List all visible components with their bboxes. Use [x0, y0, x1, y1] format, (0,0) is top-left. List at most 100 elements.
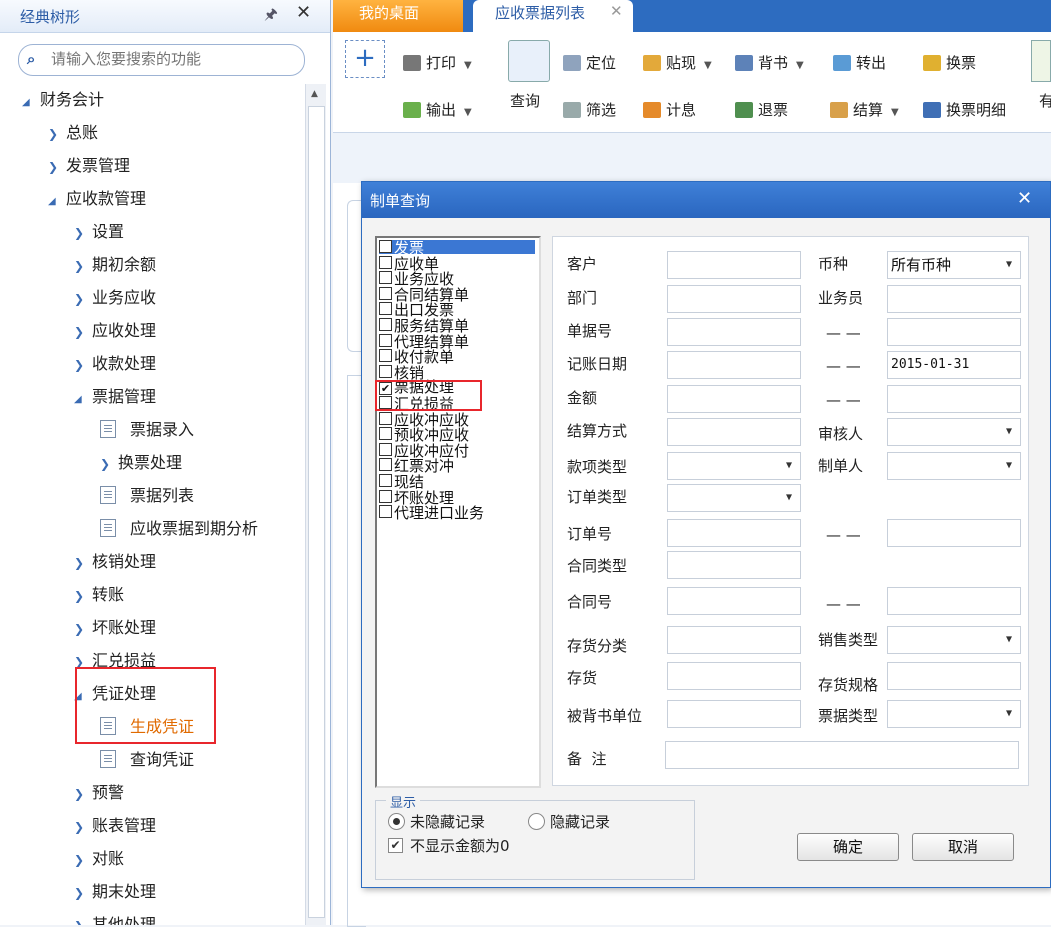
endorsee-field[interactable]: [667, 700, 801, 728]
tree-node[interactable]: ◢ 应收款管理: [48, 187, 146, 211]
tree-node[interactable]: ❯ 应收处理: [74, 319, 156, 343]
sales-type-select[interactable]: ▼: [887, 626, 1021, 654]
query-magnifier-icon[interactable]: [508, 40, 550, 82]
tree-node[interactable]: ❯ 业务应收: [74, 286, 156, 310]
currency-select[interactable]: 所有币种 ▼: [887, 251, 1021, 279]
amount-to[interactable]: [887, 385, 1021, 413]
doc-no-from[interactable]: [667, 318, 801, 346]
inventory-field[interactable]: [667, 662, 801, 690]
bill-type-select[interactable]: ▼: [887, 700, 1021, 728]
document-type-item[interactable]: 核销: [379, 364, 424, 380]
auditor-select[interactable]: ▼: [887, 418, 1021, 446]
tree-node[interactable]: ❯ 设置: [74, 220, 124, 244]
dialog-titlebar[interactable]: 制单查询 ✕: [362, 182, 1050, 218]
post-date-to[interactable]: 2015-01-31: [887, 351, 1021, 379]
document-type-item[interactable]: 服务结算单: [379, 318, 469, 334]
pin-icon[interactable]: 🖈: [264, 4, 278, 29]
tree-node[interactable]: ❯ 账表管理: [74, 814, 156, 838]
document-type-checkbox[interactable]: [379, 240, 392, 253]
tree-node[interactable]: ❯ 预警: [74, 781, 124, 805]
settle-button[interactable]: 结算 ▼: [830, 99, 899, 121]
tree-node[interactable]: ❯ 坏账处理: [74, 616, 156, 640]
document-type-checkbox[interactable]: [379, 458, 392, 472]
tab-close-icon[interactable]: ✕: [610, 2, 623, 20]
tree-node[interactable]: 票据录入: [100, 418, 194, 442]
document-type-item[interactable]: 发票: [379, 240, 535, 256]
inventory-class-field[interactable]: [667, 626, 801, 654]
document-type-item[interactable]: 红票对冲: [379, 458, 454, 474]
post-date-from[interactable]: [667, 351, 801, 379]
tree-node[interactable]: ❯ 总账: [48, 121, 98, 145]
search-input[interactable]: [51, 49, 296, 69]
remark-field[interactable]: [665, 741, 1019, 769]
query-button[interactable]: 查询: [510, 90, 540, 112]
tree-node[interactable]: ❯ 期末处理: [74, 880, 156, 904]
tree-scrollbar[interactable]: ▲: [305, 84, 326, 925]
locate-button[interactable]: 定位: [563, 52, 616, 74]
ok-button[interactable]: 确定: [797, 833, 899, 861]
add-button[interactable]: +: [345, 40, 385, 78]
filter-button[interactable]: 筛选: [563, 99, 616, 121]
doc-no-to[interactable]: [887, 318, 1021, 346]
tree-node[interactable]: ❯ 核销处理: [74, 550, 156, 574]
dialog-close-icon[interactable]: ✕: [1017, 188, 1032, 209]
contract-type-field[interactable]: [667, 551, 801, 579]
document-type-checkbox[interactable]: [379, 489, 392, 503]
tree-node[interactable]: ❯ 收款处理: [74, 352, 156, 376]
department-field[interactable]: [667, 285, 801, 313]
tree-node[interactable]: ❯ 期初余额: [74, 253, 156, 277]
document-type-item[interactable]: 坏账处理: [379, 489, 454, 505]
customer-field[interactable]: [667, 251, 801, 279]
document-type-checkbox[interactable]: [379, 255, 392, 269]
document-type-checkbox[interactable]: [379, 286, 392, 300]
document-type-checkbox[interactable]: [379, 505, 392, 519]
export-button[interactable]: 输出 ▼: [403, 99, 472, 121]
tree-node[interactable]: 票据列表: [100, 484, 194, 508]
return-bill-button[interactable]: 退票: [735, 99, 788, 121]
hidden-radio[interactable]: [528, 813, 545, 830]
tree-node[interactable]: ❯ 对账: [74, 847, 124, 871]
document-type-checkbox[interactable]: [379, 427, 392, 441]
document-type-item[interactable]: 代理进口业务: [379, 505, 484, 521]
contract-no-from[interactable]: [667, 587, 801, 615]
maker-select[interactable]: ▼: [887, 452, 1021, 480]
endorse-button[interactable]: 背书 ▼: [735, 52, 804, 74]
tree-node[interactable]: ❯ 发票管理: [48, 154, 130, 178]
document-type-item[interactable]: 应收单: [379, 255, 439, 271]
document-type-item[interactable]: 预收冲应收: [379, 427, 469, 443]
contract-no-to[interactable]: [887, 587, 1021, 615]
tree-node[interactable]: ◢ 票据管理: [74, 385, 156, 409]
tab-receivable-bill-list[interactable]: 应收票据列表 ✕: [473, 0, 633, 32]
unhidden-radio[interactable]: [388, 813, 405, 830]
document-type-checkbox[interactable]: [379, 364, 392, 378]
document-type-checkbox[interactable]: [379, 302, 392, 316]
tab-my-desktop[interactable]: 我的桌面: [333, 0, 463, 32]
exchange-detail-button[interactable]: 换票明细: [923, 99, 1006, 121]
no-zero-checkbox[interactable]: ✔: [388, 838, 403, 853]
tree-node[interactable]: 查询凭证: [100, 748, 194, 772]
order-no-to[interactable]: [887, 519, 1021, 547]
tree-node[interactable]: ❯其他处理: [74, 913, 156, 925]
document-type-item[interactable]: 代理结算单: [379, 333, 469, 349]
order-no-from[interactable]: [667, 519, 801, 547]
document-type-checkbox[interactable]: [379, 349, 392, 363]
document-type-item[interactable]: 现结: [379, 474, 424, 490]
print-button[interactable]: 打印 ▼: [403, 52, 472, 74]
payment-type-select[interactable]: ▼: [667, 452, 801, 480]
tree-node[interactable]: ◢ 财务会计: [22, 88, 104, 112]
discount-button[interactable]: 贴现 ▼: [643, 52, 712, 74]
close-icon[interactable]: ✕: [296, 2, 311, 23]
document-type-checkbox[interactable]: [379, 271, 392, 285]
document-type-item[interactable]: 应收冲应收: [379, 411, 469, 427]
transfer-out-button[interactable]: 转出: [833, 52, 886, 74]
tree-node[interactable]: ❯ 转账: [74, 583, 124, 607]
interest-button[interactable]: 计息: [643, 99, 696, 121]
salesman-field[interactable]: [887, 285, 1021, 313]
document-type-item[interactable]: 应收冲应付: [379, 442, 469, 458]
document-type-checkbox[interactable]: [379, 333, 392, 347]
document-type-item[interactable]: 收付款单: [379, 349, 454, 365]
exchange-button[interactable]: 换票: [923, 52, 976, 74]
settle-method-field[interactable]: [667, 418, 801, 446]
document-type-item[interactable]: 出口发票: [379, 302, 454, 318]
document-type-checkbox[interactable]: [379, 411, 392, 425]
